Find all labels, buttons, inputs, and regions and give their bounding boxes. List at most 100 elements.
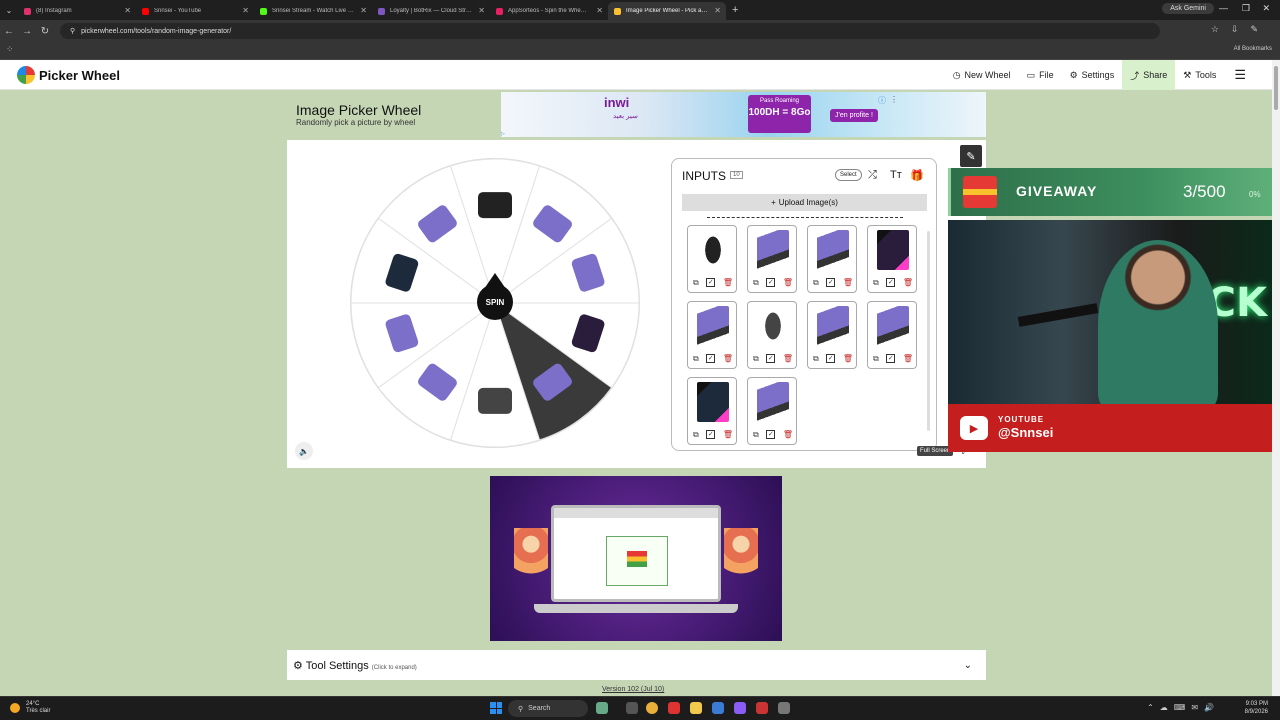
delete-icon[interactable]: 🗑 xyxy=(843,354,853,364)
select-button[interactable]: Select xyxy=(835,169,862,181)
nav-share[interactable]: ⤴ Share xyxy=(1122,60,1176,90)
include-checkbox[interactable]: ✓ xyxy=(706,278,716,287)
edit-mode-icon[interactable]: ✎ xyxy=(960,145,982,167)
taskbar-app-icon[interactable] xyxy=(626,702,638,714)
include-checkbox[interactable]: ✓ xyxy=(766,354,776,363)
include-checkbox[interactable]: ✓ xyxy=(886,278,896,287)
inputs-scrollbar[interactable] xyxy=(927,231,930,431)
delete-icon[interactable]: 🗑 xyxy=(783,278,793,288)
url-input[interactable]: ⚲ pickerwheel.com/tools/random-image-gen… xyxy=(60,23,1160,39)
ask-gemini-button[interactable]: Ask Gemini xyxy=(1162,3,1214,14)
picker-wheel[interactable]: SPIN xyxy=(349,157,641,449)
chevron-down-icon[interactable]: ⌄ xyxy=(964,660,972,671)
include-checkbox[interactable]: ✓ xyxy=(766,430,776,439)
tool-settings-bar[interactable]: ⚙ Tool Settings (Click to expand) ⌄ xyxy=(287,650,986,680)
nav-settings[interactable]: ⚙ Settings xyxy=(1062,60,1123,90)
copy-icon[interactable]: ⧉ xyxy=(873,278,879,288)
copy-icon[interactable]: ⧉ xyxy=(693,354,699,364)
version-link[interactable]: Version 102 (Jul 10) xyxy=(602,686,664,693)
copy-icon[interactable]: ⧉ xyxy=(813,278,819,288)
include-checkbox[interactable]: ✓ xyxy=(706,354,716,363)
shuffle-icon[interactable]: ⤮ xyxy=(868,169,877,182)
copy-icon[interactable]: ⧉ xyxy=(753,278,759,288)
copy-icon[interactable]: ⧉ xyxy=(753,354,759,364)
brave-icon[interactable] xyxy=(668,702,680,714)
image-input-card[interactable]: ⧉ ✓ 🗑 xyxy=(867,225,917,293)
all-bookmarks-button[interactable]: All Bookmarks xyxy=(1234,46,1272,52)
taskbar-app-icon[interactable] xyxy=(734,702,746,714)
taskbar-app-icon[interactable] xyxy=(712,702,724,714)
include-checkbox[interactable]: ✓ xyxy=(886,354,896,363)
browser-tab[interactable]: Image Picker Wheel - Pick a Random ✕ xyxy=(608,2,726,20)
forward-icon[interactable]: → xyxy=(18,26,36,37)
browser-tab[interactable]: (8) Instagram ✕ xyxy=(18,2,136,20)
copy-icon[interactable]: ⧉ xyxy=(693,430,699,440)
taskbar-app-icon[interactable] xyxy=(778,702,790,714)
include-checkbox[interactable]: ✓ xyxy=(826,278,836,287)
sound-toggle-icon[interactable]: 🔈 xyxy=(295,442,313,460)
include-checkbox[interactable]: ✓ xyxy=(706,430,716,439)
delete-icon[interactable]: 🗑 xyxy=(723,278,733,288)
maximize-icon[interactable]: ❐ xyxy=(1242,3,1250,14)
browser-tab[interactable]: AppSorteos - Spin the Wheel Online ✕ xyxy=(490,2,608,20)
nav-file[interactable]: ▭ File xyxy=(1019,60,1062,90)
ad-info-icon[interactable]: ⓘ xyxy=(878,95,886,106)
image-input-card[interactable]: ⧉ ✓ 🗑 xyxy=(807,301,857,369)
image-input-card[interactable]: ⧉ ✓ 🗑 xyxy=(747,225,797,293)
chrome-icon[interactable] xyxy=(646,702,658,714)
upload-images-button[interactable]: + Upload Image(s) xyxy=(682,194,927,211)
copy-icon[interactable]: ⧉ xyxy=(813,354,819,364)
taskbar-app-icon[interactable] xyxy=(596,702,608,714)
delete-icon[interactable]: 🗑 xyxy=(783,354,793,364)
ad-choices-icon[interactable]: ▷ xyxy=(501,131,505,137)
tab-close-icon[interactable]: ✕ xyxy=(242,6,249,15)
image-input-card[interactable]: ⧉ ✓ 🗑 xyxy=(687,301,737,369)
include-checkbox[interactable]: ✓ xyxy=(766,278,776,287)
delete-icon[interactable]: 🗑 xyxy=(843,278,853,288)
ad-banner[interactable]: inwi سير بعيد Pass Roaming 100DH = 8Go J… xyxy=(501,92,986,137)
taskbar-search[interactable]: ⚲ Search xyxy=(508,700,588,717)
tab-close-icon[interactable]: ✕ xyxy=(596,6,603,15)
video-ad[interactable] xyxy=(490,476,782,641)
new-tab-button[interactable]: + xyxy=(732,4,738,16)
reload-icon[interactable]: ↻ xyxy=(36,26,54,37)
toolbar-icons[interactable]: ☆⇩✎ xyxy=(1211,24,1270,35)
hamburger-menu-icon[interactable]: ☰ xyxy=(1230,67,1250,83)
gift-icon[interactable]: 🎁 xyxy=(910,169,924,182)
browser-tab[interactable]: Snnsei - YouTube ✕ xyxy=(136,2,254,20)
ad-cta-button[interactable]: J'en profite ! xyxy=(830,109,878,122)
copy-icon[interactable]: ⧉ xyxy=(873,354,879,364)
delete-icon[interactable]: 🗑 xyxy=(723,430,733,440)
close-window-icon[interactable]: ✕ xyxy=(1262,3,1270,14)
windows-start-icon[interactable] xyxy=(490,702,502,714)
text-size-icon[interactable]: Tт xyxy=(890,169,902,181)
browser-tab[interactable]: Loyalty | BotRix — Cloud Stream ✕ xyxy=(372,2,490,20)
minimize-icon[interactable]: — xyxy=(1219,3,1228,13)
nav-new-wheel[interactable]: ◷ New Wheel xyxy=(945,60,1019,90)
weather-widget[interactable]: 24°C Très clair xyxy=(10,701,50,715)
site-info-icon[interactable]: ⚲ xyxy=(70,27,75,35)
image-input-card[interactable]: ⧉ ✓ 🗑 xyxy=(687,225,737,293)
copy-icon[interactable]: ⧉ xyxy=(753,430,759,440)
tab-close-icon[interactable]: ✕ xyxy=(478,6,485,15)
spin-button[interactable]: SPIN xyxy=(477,284,513,320)
tab-search-icon[interactable]: ⌄ xyxy=(0,6,18,15)
image-input-card[interactable]: ⧉ ✓ 🗑 xyxy=(807,225,857,293)
delete-icon[interactable]: 🗑 xyxy=(903,278,913,288)
delete-icon[interactable]: 🗑 xyxy=(903,354,913,364)
recording-app-icon[interactable] xyxy=(756,702,768,714)
clock[interactable]: 9:03 PM 8/9/2026 xyxy=(1245,700,1268,716)
tab-close-icon[interactable]: ✕ xyxy=(360,6,367,15)
include-checkbox[interactable]: ✓ xyxy=(826,354,836,363)
image-input-card[interactable]: ⧉ ✓ 🗑 xyxy=(867,301,917,369)
page-scrollbar[interactable] xyxy=(1272,60,1280,696)
back-icon[interactable]: ← xyxy=(0,26,18,37)
nav-tools[interactable]: ⚒ Tools xyxy=(1175,60,1224,90)
image-input-card[interactable]: ⧉ ✓ 🗑 xyxy=(687,377,737,445)
browser-tab[interactable]: Snnsei Stream - Watch Live on Kick ✕ xyxy=(254,2,372,20)
file-explorer-icon[interactable] xyxy=(690,702,702,714)
tab-close-icon[interactable]: ✕ xyxy=(124,6,131,15)
delete-icon[interactable]: 🗑 xyxy=(723,354,733,364)
site-logo[interactable]: Picker Wheel xyxy=(17,66,120,84)
tab-close-icon[interactable]: ✕ xyxy=(714,6,721,15)
